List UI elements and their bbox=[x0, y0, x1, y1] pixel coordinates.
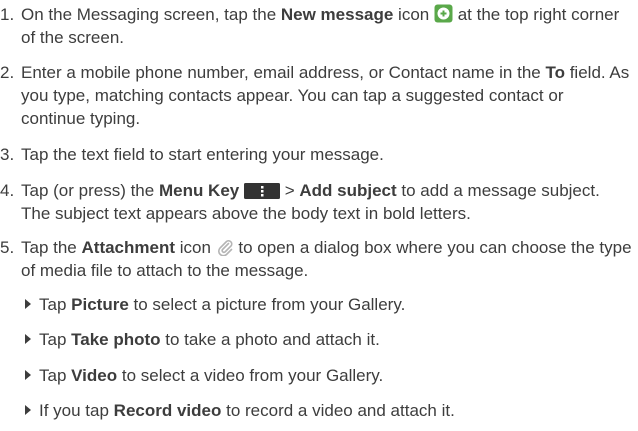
step-text: On the Messaging screen, tap the New mes… bbox=[21, 4, 620, 47]
step-number: 3. bbox=[0, 145, 15, 164]
take-photo-label: Take photo bbox=[71, 330, 161, 349]
menu-key-icon bbox=[243, 183, 280, 199]
menu-key-label: Menu Key bbox=[158, 181, 240, 200]
step-4: 4. Tap (or press) the Menu Key > Add sub… bbox=[0, 179, 632, 225]
video-label: Video bbox=[71, 366, 118, 385]
new-message-label: New message bbox=[280, 5, 394, 24]
step-number: 1. bbox=[0, 5, 15, 24]
picture-label: Picture bbox=[71, 295, 129, 314]
step-1: 1. On the Messaging screen, tap the New … bbox=[0, 3, 632, 49]
step-number: 5. bbox=[0, 238, 15, 257]
attachment-label: Attachment bbox=[81, 238, 176, 257]
step-text: Enter a mobile phone number, email addre… bbox=[21, 63, 630, 128]
plus-circle-icon bbox=[434, 4, 453, 23]
triangle-bullet-icon bbox=[25, 299, 31, 309]
sub-item-take-photo: Tap Take photo to take a photo and attac… bbox=[25, 328, 625, 351]
paperclip-icon bbox=[217, 240, 233, 256]
step-3: 3. Tap the text field to start entering … bbox=[0, 143, 632, 166]
sub-item-picture: Tap Picture to select a picture from you… bbox=[25, 293, 625, 316]
triangle-bullet-icon bbox=[25, 370, 31, 380]
step-5: 5. Tap the Attachment icon to open a dia… bbox=[0, 236, 632, 282]
to-field-label: To bbox=[545, 63, 565, 82]
triangle-bullet-icon bbox=[25, 334, 31, 344]
triangle-bullet-icon bbox=[25, 405, 31, 415]
step-text: Tap the Attachment icon to open a dialog… bbox=[21, 238, 632, 280]
step-2: 2. Enter a mobile phone number, email ad… bbox=[0, 61, 632, 130]
step-text: Tap (or press) the Menu Key > Add subjec… bbox=[21, 181, 600, 223]
step-number: 2. bbox=[0, 63, 15, 82]
record-video-label: Record video bbox=[113, 401, 222, 420]
step-text: Tap the text field to start entering you… bbox=[21, 145, 384, 164]
add-subject-label: Add subject bbox=[299, 181, 397, 200]
step-number: 4. bbox=[0, 181, 15, 200]
sub-item-record-video: If you tap Record video to record a vide… bbox=[25, 399, 625, 422]
sub-item-video: Tap Video to select a video from your Ga… bbox=[25, 364, 625, 387]
instruction-document: 1. On the Messaging screen, tap the New … bbox=[0, 0, 638, 431]
